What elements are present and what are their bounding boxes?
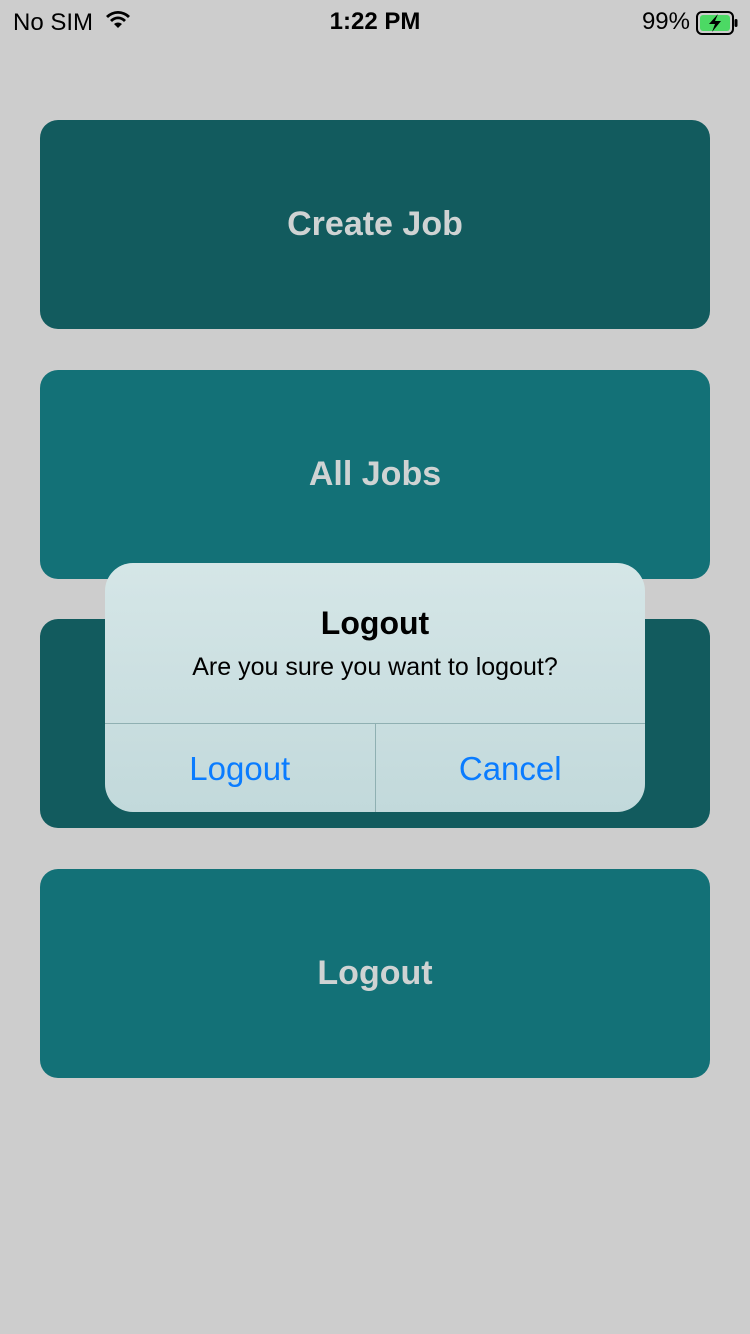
status-bar: No SIM 1:22 PM 99%: [0, 0, 750, 40]
logout-menu-label: Logout: [317, 954, 433, 992]
alert-logout-button[interactable]: Logout: [105, 724, 375, 812]
status-right: 99%: [641, 8, 738, 36]
all-jobs-label: All Jobs: [308, 455, 442, 493]
alert-message: Are you sure you want to logout?: [192, 653, 558, 681]
logout-alert-dialog: Logout Are you sure you want to logout? …: [105, 563, 645, 812]
status-time: 1:22 PM: [329, 8, 421, 35]
create-job-label: Create Job: [287, 205, 463, 243]
create-job-button[interactable]: Create Job: [40, 120, 710, 329]
alert-title: Logout: [320, 605, 430, 641]
battery-percent: 99%: [641, 8, 690, 35]
alert-actions: Logout Cancel: [105, 723, 645, 812]
all-jobs-button[interactable]: All Jobs: [40, 370, 710, 579]
logout-menu-button[interactable]: Logout: [40, 869, 710, 1078]
alert-cancel-button[interactable]: Cancel: [374, 724, 646, 812]
battery-charging-icon: [696, 11, 738, 35]
